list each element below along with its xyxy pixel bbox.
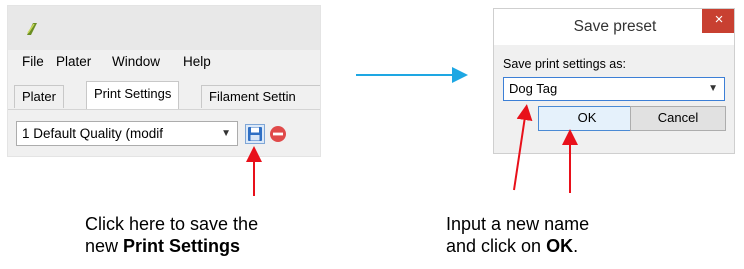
caption-left-bold: Print Settings [123,236,241,256]
menu-bar: File Plater Window Help [8,52,320,74]
menu-plater[interactable]: Plater [56,54,91,69]
menu-window[interactable]: Window [112,54,160,69]
tab-plater[interactable]: Plater [14,85,64,108]
app-logo-icon [27,23,37,35]
preset-name-value: Dog Tag [509,81,558,96]
delete-preset-button[interactable] [269,125,287,143]
caption-right-prefix: and click on [446,236,547,256]
caption-right-suffix: . [573,236,579,256]
caption-input-instructions: Input a new name and click on OK. [446,213,676,257]
chevron-down-icon: ▼ [221,128,231,139]
app-window: File Plater Window Help Plater Print Set… [8,6,320,156]
preset-name-label: Save print settings as: [503,57,626,71]
preset-select-value: 1 Default Quality (modif [22,126,164,141]
caption-left-line-1: Click here to save the [85,214,259,234]
title-bar [8,6,320,50]
tab-print-settings[interactable]: Print Settings [86,81,180,109]
menu-file[interactable]: File [22,54,44,69]
caption-save-instructions: Click here to save the new Print Setting… [85,213,305,257]
tab-filament-settings[interactable]: Filament Settin [201,85,320,108]
preset-name-input[interactable]: Dog Tag ▼ [503,77,725,101]
save-preset-dialog: Save preset × Save print settings as: Do… [493,8,735,154]
save-preset-button[interactable] [245,124,265,144]
cancel-button[interactable]: Cancel [630,106,726,131]
dialog-title-bar: Save preset × [494,9,734,45]
chevron-down-icon: ▼ [708,83,718,94]
close-icon: × [714,11,724,28]
close-button[interactable]: × [702,9,734,33]
preset-select[interactable]: 1 Default Quality (modif ▼ [16,121,238,146]
minus-circle-icon [270,126,286,142]
tab-bar: Plater Print Settings Filament Settin [8,79,320,110]
ok-button[interactable]: OK [538,106,636,131]
caption-right-bold: OK [546,236,574,256]
menu-help[interactable]: Help [183,54,211,69]
caption-right-line-1: Input a new name [446,214,590,234]
dialog-title: Save preset [573,18,657,35]
caption-left-line-2: new Print Settings [85,235,305,257]
floppy-disk-icon [248,127,262,141]
caption-left-prefix: new [85,236,124,256]
caption-right-line-2: and click on OK. [446,235,676,257]
